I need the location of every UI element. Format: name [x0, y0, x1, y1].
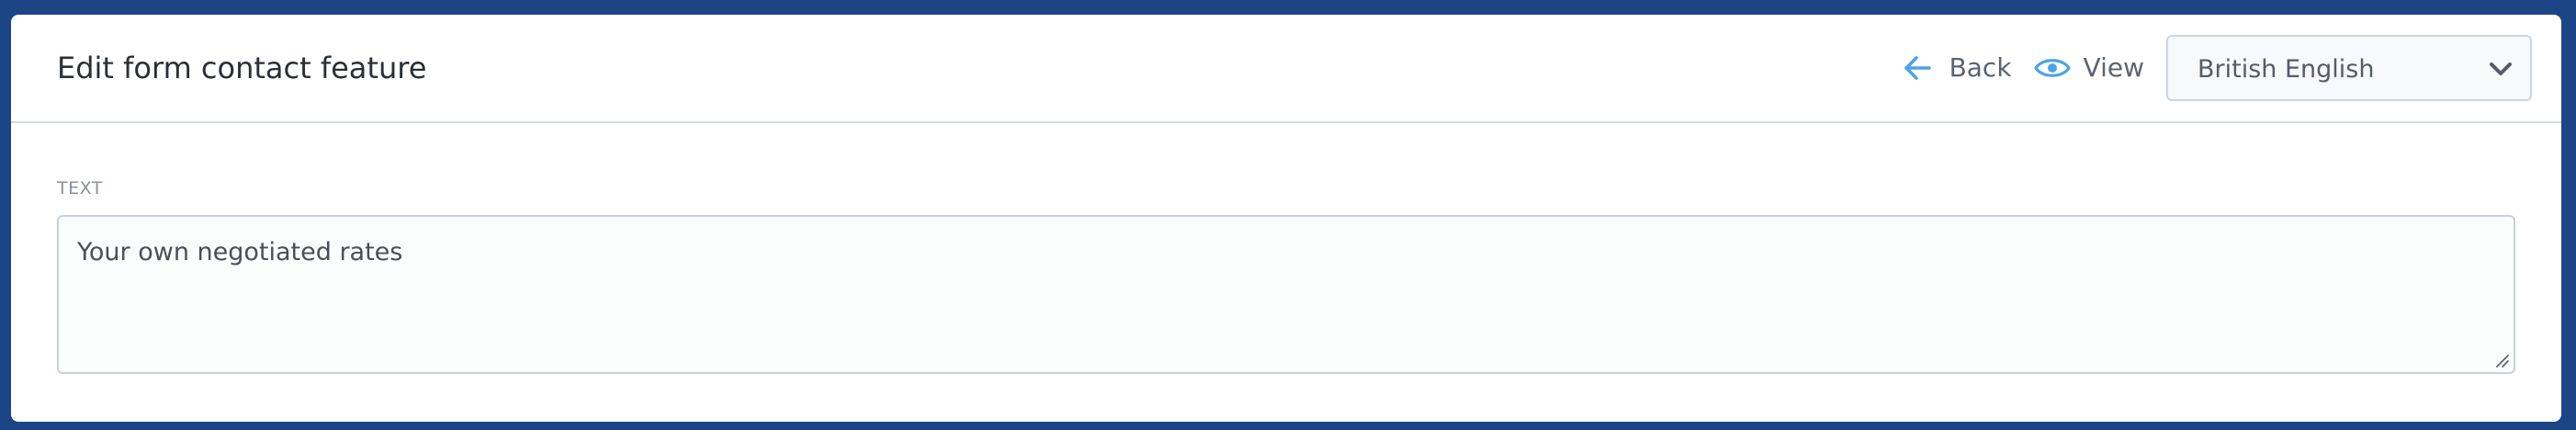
header-actions: Back View British English — [1902, 35, 2532, 101]
resize-handle-icon[interactable] — [2493, 352, 2510, 368]
chevron-down-icon — [2490, 62, 2512, 75]
language-select[interactable]: British English — [2166, 35, 2532, 101]
view-button[interactable]: View — [2033, 52, 2144, 84]
eye-icon — [2033, 59, 2071, 77]
text-field-label: TEXT — [57, 178, 103, 198]
language-select-value: British English — [2198, 55, 2375, 84]
text-field[interactable]: Your own negotiated rates — [57, 215, 2515, 374]
page-title: Edit form contact feature — [57, 51, 427, 85]
back-button[interactable]: Back — [1902, 51, 2012, 85]
edit-panel: Edit form contact feature Back View Brit… — [11, 15, 2561, 422]
arrow-left-icon — [1904, 56, 1931, 80]
view-button-label: View — [2083, 52, 2144, 83]
back-button-label: Back — [1949, 52, 2012, 83]
panel-header: Edit form contact feature Back View Brit… — [11, 15, 2561, 123]
text-field-value: Your own negotiated rates — [77, 238, 403, 266]
